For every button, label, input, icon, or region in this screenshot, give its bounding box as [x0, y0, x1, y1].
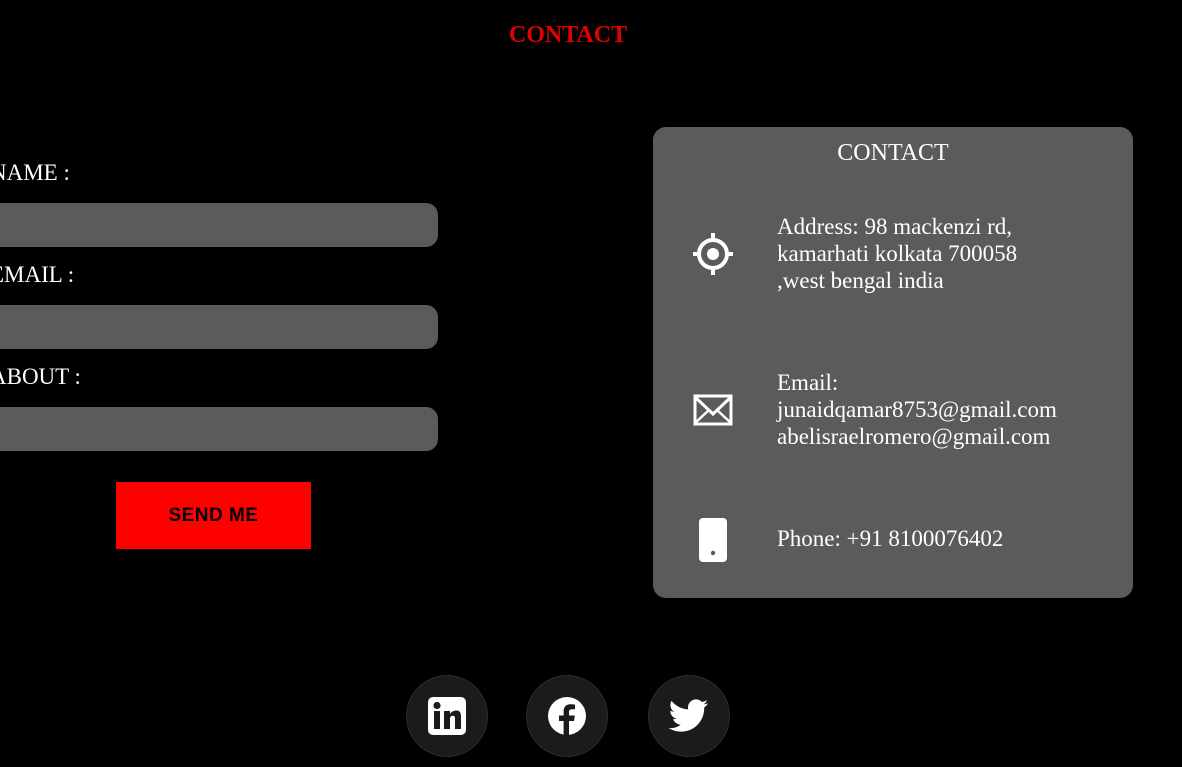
location-crosshair-icon [693, 233, 733, 275]
name-label: NAME : [0, 160, 70, 185]
about-label: ABOUT : [0, 364, 81, 389]
twitter-icon [669, 699, 708, 732]
envelope-icon [693, 394, 733, 426]
address-text: Address: 98 mackenzi rd, kamarhati kolka… [777, 213, 1017, 294]
contact-card-title: CONTACT [837, 140, 949, 166]
address-line: Address: 98 mackenzi rd, [777, 214, 1013, 239]
email-link[interactable]: abelisraelromero@gmail.com [777, 423, 1057, 450]
contact-info-card: CONTACT Address: 98 mackenzi rd, kamarha… [653, 127, 1133, 598]
phone-line: Phone: +91 8100076402 [777, 526, 1004, 551]
name-input[interactable] [0, 203, 438, 247]
linkedin-icon [428, 697, 466, 735]
email-line: Email: [777, 370, 839, 395]
send-me-button[interactable]: SEND ME [116, 482, 311, 549]
twitter-link[interactable] [648, 675, 730, 757]
mobile-phone-icon [699, 518, 727, 562]
address-line: kamarhati kolkata 700058 [777, 241, 1018, 266]
address-line: ,west bengal india [777, 268, 944, 293]
page-title: CONTACT [508, 22, 628, 48]
email-link[interactable]: junaidqamar8753@gmail.com [777, 396, 1057, 423]
email-text: Email: junaidqamar8753@gmail.com abelisr… [777, 369, 1057, 450]
linkedin-link[interactable] [406, 675, 488, 757]
phone-text: Phone: +91 8100076402 [777, 525, 1003, 552]
email-input[interactable] [0, 305, 438, 349]
facebook-icon [548, 697, 586, 735]
facebook-link[interactable] [526, 675, 608, 757]
email-label: EMAIL : [0, 262, 75, 287]
about-input[interactable] [0, 407, 438, 451]
